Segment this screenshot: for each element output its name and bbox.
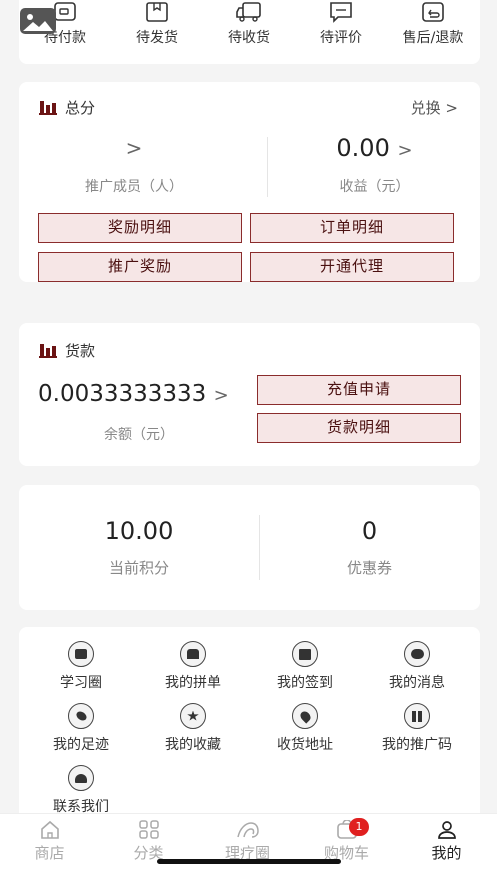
order-after-sales[interactable]: 售后/退款 (387, 0, 479, 47)
tool-label: 我的足迹 (53, 737, 109, 753)
reward-details-button[interactable]: 奖励明细 (38, 213, 242, 243)
order-status-card: 待付款 待发货 待收货 待评价 售后/退款 (19, 0, 480, 64)
tool-label: 我的消息 (389, 675, 445, 691)
section-title: 总分 (65, 99, 96, 117)
tool-group-buy[interactable]: 我的拼单 (137, 641, 249, 692)
balance-amount: 0.0033333333 (38, 381, 207, 407)
balance-value[interactable]: 0.0033333333 > (38, 381, 229, 407)
contact-icon (68, 765, 94, 791)
tool-checkin[interactable]: 我的签到 (249, 641, 361, 692)
tool-label: 收货地址 (277, 737, 333, 753)
tool-label: 学习圈 (60, 675, 102, 691)
tools-card: 学习圈 我的拼单 我的签到 我的消息 我的足迹 我的收藏 收货地址 我的推广码 … (19, 627, 480, 827)
calendar-checkin-icon (292, 641, 318, 667)
tab-mine[interactable]: 我的 (397, 820, 496, 863)
tab-label: 我的 (431, 844, 462, 862)
payment-title: 货款 (39, 340, 95, 361)
category-icon (138, 820, 159, 839)
tab-therapy-circle[interactable]: 理疗圈 (198, 820, 297, 863)
message-icon (404, 641, 430, 667)
points-card: 10.00 当前积分 0 优惠券 (19, 485, 480, 610)
total-title: 总分 (39, 97, 95, 118)
balance-label: 余额（元） (104, 427, 174, 443)
tool-promo-code[interactable]: 我的推广码 (361, 703, 473, 754)
order-label: 待收货 (228, 30, 270, 46)
tool-label: 我的推广码 (382, 737, 452, 753)
tool-address[interactable]: 收货地址 (249, 703, 361, 754)
tab-label: 商店 (34, 844, 65, 862)
star-icon (180, 703, 206, 729)
tool-favorites[interactable]: 我的收藏 (137, 703, 249, 754)
payment-details-button[interactable]: 货款明细 (257, 413, 461, 443)
divider (267, 137, 268, 197)
income-label: 收益（元） (339, 179, 410, 195)
order-pending-receipt[interactable]: 待收货 (203, 0, 295, 47)
tool-label: 我的收藏 (165, 737, 221, 753)
tool-contact[interactable]: 联系我们 (25, 765, 137, 816)
order-pending-shipment[interactable]: 待发货 (111, 0, 203, 47)
bar-chart-icon (39, 343, 57, 358)
total-score-card: 总分 兑换 > > 推广成员（人） 0.00 > 收益（元） 奖励明细 订单明细… (19, 82, 480, 282)
bar-chart-icon (39, 100, 57, 115)
income-value[interactable]: 0.00 > (269, 134, 480, 162)
open-agency-button[interactable]: 开通代理 (250, 252, 454, 282)
order-label: 待发货 (136, 30, 178, 46)
income-amount: 0.00 (336, 134, 390, 162)
circle-icon (236, 822, 259, 838)
chevron-right-icon: > (213, 385, 229, 406)
footprint-icon (68, 703, 94, 729)
section-title: 货款 (65, 342, 96, 360)
tool-study-circle[interactable]: 学习圈 (25, 641, 137, 692)
members-value[interactable]: > (19, 136, 249, 160)
location-icon (292, 703, 318, 729)
truck-icon (236, 2, 261, 22)
group-buy-icon (180, 641, 206, 667)
exchange-link[interactable]: 兑换 > (411, 97, 458, 118)
package-icon (146, 2, 168, 22)
members-label: 推广成员（人） (85, 179, 183, 195)
tool-label: 我的签到 (277, 675, 333, 691)
tab-store[interactable]: 商店 (0, 820, 99, 863)
profile-icon (437, 821, 456, 839)
payment-card: 货款 0.0033333333 > 余额（元） 充值申请 货款明细 (19, 323, 480, 466)
study-icon (68, 641, 94, 667)
order-label: 待评价 (320, 30, 362, 46)
qr-code-icon (404, 703, 430, 729)
bottom-tab-bar: 商店 分类 理疗圈 1 购物车 我的 (0, 813, 497, 883)
cart-badge: 1 (349, 818, 369, 836)
chevron-right-icon: > (397, 140, 413, 161)
home-icon (40, 820, 59, 839)
home-indicator (157, 859, 341, 864)
order-details-button[interactable]: 订单明细 (250, 213, 454, 243)
tab-category[interactable]: 分类 (99, 820, 198, 863)
tab-cart[interactable]: 1 购物车 (297, 818, 396, 863)
refund-icon (422, 2, 444, 22)
order-label: 售后/退款 (402, 30, 464, 46)
promotion-reward-button[interactable]: 推广奖励 (38, 252, 242, 282)
tool-label: 我的拼单 (165, 675, 221, 691)
points-label: 当前积分 (108, 559, 169, 577)
comment-icon (330, 2, 352, 23)
image-icon (20, 8, 56, 34)
tool-footprint[interactable]: 我的足迹 (25, 703, 137, 754)
points-value[interactable]: 10.00 (19, 517, 259, 545)
tool-messages[interactable]: 我的消息 (361, 641, 473, 692)
coupon-value[interactable]: 0 (259, 517, 480, 545)
order-pending-review[interactable]: 待评价 (295, 0, 387, 47)
coupon-label: 优惠券 (346, 559, 392, 577)
recharge-request-button[interactable]: 充值申请 (257, 375, 461, 405)
